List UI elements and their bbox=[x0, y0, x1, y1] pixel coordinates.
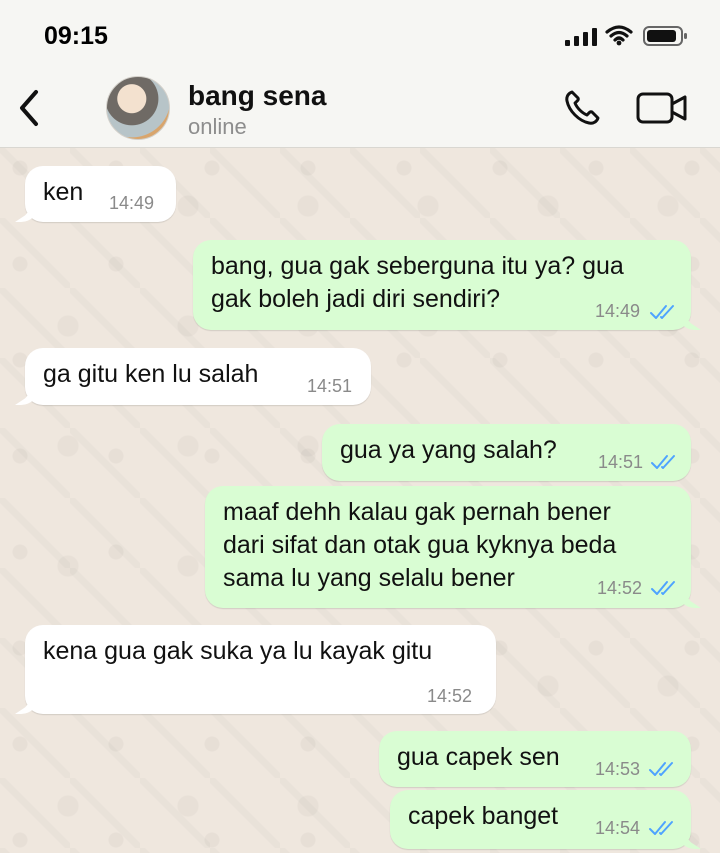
message-bubble-incoming[interactable]: kena gua gak suka ya lu kayak gitu 14:52 bbox=[15, 625, 496, 714]
message-bubble-outgoing[interactable]: gua capek sen 14:53 bbox=[379, 731, 691, 787]
phone-icon[interactable] bbox=[562, 88, 602, 128]
message-text: capek banget bbox=[408, 802, 559, 830]
message-bubble-outgoing[interactable]: bang, gua gak seberguna itu ya? gua gak … bbox=[193, 240, 701, 330]
video-camera-icon[interactable] bbox=[636, 91, 688, 125]
message-time: 14:53 bbox=[595, 759, 641, 779]
contact-name[interactable]: bang sena bbox=[188, 80, 326, 112]
message-time: 14:52 bbox=[597, 578, 643, 598]
message-time: 14:51 bbox=[598, 452, 644, 472]
message-text: bang, gua gak seberguna itu ya? gua gak … bbox=[211, 252, 624, 313]
status-bar-time: 09:15 bbox=[44, 22, 108, 50]
message-bubble-outgoing[interactable]: capek banget 14:54 bbox=[390, 790, 701, 849]
read-receipt-icon bbox=[651, 581, 675, 595]
read-receipt-icon bbox=[649, 821, 673, 835]
message-bubble-incoming[interactable]: ga gitu ken lu salah 14:51 bbox=[15, 348, 371, 405]
message-bubble-outgoing[interactable]: gua ya yang salah? 14:51 bbox=[322, 424, 691, 481]
message-list[interactable]: ken 14:49 bang, gua gak seberguna itu ya… bbox=[0, 148, 720, 853]
contact-status: online bbox=[188, 114, 247, 139]
message-text: maaf dehh kalau gak pernah bener dari si… bbox=[223, 498, 617, 592]
message-text: gua capek sen bbox=[397, 743, 560, 771]
cellular-signal-icon bbox=[565, 28, 597, 46]
message-text: gua ya yang salah? bbox=[340, 436, 557, 464]
message-text: ga gitu ken lu salah bbox=[43, 360, 259, 388]
message-time: 14:54 bbox=[595, 818, 641, 838]
read-receipt-icon bbox=[650, 305, 674, 319]
message-text: kena gua gak suka ya lu kayak gitu bbox=[43, 637, 433, 665]
message-bubble-outgoing[interactable]: maaf dehh kalau gak pernah bener dari si… bbox=[205, 486, 701, 608]
wifi-icon bbox=[605, 25, 633, 46]
read-receipt-icon bbox=[651, 455, 675, 469]
chevron-left-icon[interactable] bbox=[12, 88, 48, 128]
battery-icon bbox=[643, 26, 687, 46]
message-text: ken bbox=[43, 178, 84, 206]
read-receipt-icon bbox=[649, 762, 673, 776]
message-time: 14:52 bbox=[427, 686, 473, 706]
message-time: 14:51 bbox=[307, 376, 353, 396]
message-time: 14:49 bbox=[595, 301, 641, 321]
avatar[interactable] bbox=[106, 76, 170, 140]
chat-header: 09:15 bang sena online bbox=[0, 0, 720, 148]
message-time: 14:49 bbox=[109, 193, 155, 213]
message-bubble-incoming[interactable]: ken 14:49 bbox=[15, 166, 176, 222]
